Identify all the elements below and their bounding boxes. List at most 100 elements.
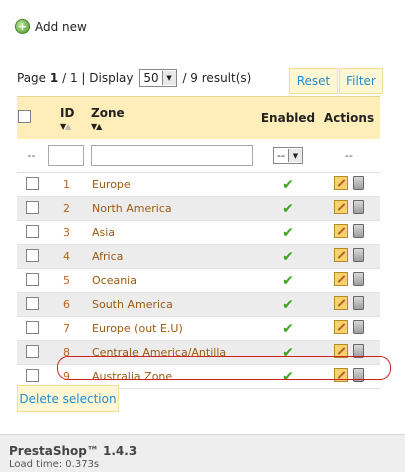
table-row[interactable]: 5 Oceania ✔ (17, 268, 380, 293)
edit-icon[interactable] (334, 224, 348, 238)
row-checkbox[interactable] (25, 272, 39, 286)
row-actions (318, 196, 380, 221)
check-icon[interactable]: ✔ (282, 297, 294, 313)
enabled-header: Enabled (258, 96, 318, 139)
result-count: / 9 result(s) (182, 71, 252, 85)
row-actions (318, 268, 380, 293)
row-id: 7 (46, 316, 91, 341)
row-actions (318, 316, 380, 341)
enabled-filter-select[interactable]: -- ▼ (273, 147, 303, 164)
row-zone: Asia (91, 220, 258, 245)
table-header: ID ▼▲ Zone ▼▲ Enabled Actions (17, 96, 380, 139)
table-row[interactable]: 4 Africa ✔ (17, 244, 380, 269)
zone-filter-input[interactable] (91, 145, 253, 166)
id-filter-input[interactable] (48, 145, 84, 166)
table-row[interactable]: 1 Europe ✔ (17, 172, 380, 197)
edit-icon[interactable] (334, 248, 348, 262)
select-all-checkbox[interactable] (18, 110, 31, 123)
row-enabled[interactable]: ✔ (258, 244, 318, 269)
edit-icon[interactable] (334, 272, 348, 286)
row-actions (318, 220, 380, 245)
filter-dash: -- (318, 139, 380, 173)
check-icon[interactable]: ✔ (282, 225, 294, 241)
add-new-label: Add new (35, 19, 87, 34)
check-icon[interactable]: ✔ (282, 249, 294, 265)
zones-table: ID ▼▲ Zone ▼▲ Enabled Actions -- -- ▼ --… (17, 96, 380, 389)
row-checkbox-cell (17, 172, 46, 197)
row-enabled[interactable]: ✔ (258, 196, 318, 221)
trash-icon[interactable] (353, 248, 364, 262)
id-header-label: ID (60, 105, 75, 120)
zone-header-label: Zone (91, 105, 125, 120)
row-actions (318, 292, 380, 317)
table-row[interactable]: 7 Europe (out E.U) ✔ (17, 316, 380, 341)
row-checkbox-cell (17, 316, 46, 341)
row-zone: Oceania (91, 268, 258, 293)
load-time: Load time: 0.373s (9, 459, 100, 470)
row-checkbox[interactable] (25, 368, 39, 382)
row-id: 1 (46, 172, 91, 197)
footer: PrestaShop™ 1.4.3 Load time: 0.373s (0, 434, 405, 472)
chevron-down-icon: ▼ (161, 71, 176, 85)
row-enabled[interactable]: ✔ (258, 316, 318, 341)
add-new-button[interactable]: + Add new (15, 19, 87, 34)
row-checkbox[interactable] (25, 248, 39, 262)
trash-icon[interactable] (353, 296, 364, 310)
chevron-down-icon: ▼ (287, 149, 302, 162)
trash-icon[interactable] (353, 272, 364, 286)
zone-sort-icon[interactable]: ▼▲ (91, 122, 258, 131)
row-enabled[interactable]: ✔ (258, 292, 318, 317)
pagination: Page 1 / 1 | Display 50 ▼ / 9 result(s) (17, 69, 251, 87)
row-checkbox-cell (17, 268, 46, 293)
row-checkbox-cell (17, 196, 46, 221)
display-label: | Display (81, 71, 134, 85)
row-checkbox[interactable] (25, 344, 39, 358)
filter-row: -- -- ▼ -- (17, 139, 380, 173)
row-enabled[interactable]: ✔ (258, 172, 318, 197)
row-enabled[interactable]: ✔ (258, 268, 318, 293)
row-checkbox[interactable] (25, 224, 39, 238)
enabled-filter-value: -- (277, 149, 285, 162)
reset-button[interactable]: Reset (289, 68, 338, 94)
row-checkbox[interactable] (25, 320, 39, 334)
zone-header: Zone ▼▲ (91, 96, 258, 139)
edit-icon[interactable] (334, 320, 348, 334)
row-zone: North America (91, 196, 258, 221)
row-zone: Europe (out E.U) (91, 316, 258, 341)
page-label: Page (17, 71, 47, 85)
trash-icon[interactable] (353, 224, 364, 238)
plus-icon: + (15, 19, 30, 34)
table-row[interactable]: 6 South America ✔ (17, 292, 380, 317)
row-checkbox[interactable] (25, 176, 39, 190)
row-id: 2 (46, 196, 91, 221)
filter-button[interactable]: Filter (339, 68, 383, 94)
per-page-select[interactable]: 50 ▼ (139, 69, 177, 87)
trash-icon[interactable] (353, 176, 364, 190)
trash-icon[interactable] (353, 200, 364, 214)
row-checkbox[interactable] (25, 296, 39, 310)
row-checkbox-cell (17, 292, 46, 317)
row-checkbox-cell (17, 340, 46, 365)
check-icon[interactable]: ✔ (282, 177, 294, 193)
row-checkbox[interactable] (25, 200, 39, 214)
delete-selection-button[interactable]: Delete selection (17, 385, 119, 412)
check-icon[interactable]: ✔ (282, 273, 294, 289)
edit-icon[interactable] (334, 176, 348, 190)
edit-icon[interactable] (334, 200, 348, 214)
page-separator: / (62, 71, 67, 85)
check-icon[interactable]: ✔ (282, 201, 294, 217)
edit-icon[interactable] (334, 296, 348, 310)
id-header: ID ▼▲ (46, 96, 91, 139)
table-row[interactable]: 2 North America ✔ (17, 196, 380, 221)
footer-brand: PrestaShop™ 1.4.3 (9, 444, 138, 458)
row-id: 6 (46, 292, 91, 317)
row-actions (318, 244, 380, 269)
check-icon[interactable]: ✔ (282, 321, 294, 337)
row-actions (318, 172, 380, 197)
actions-header: Actions (318, 96, 380, 139)
table-row[interactable]: 3 Asia ✔ (17, 220, 380, 245)
row-enabled[interactable]: ✔ (258, 220, 318, 245)
id-sort-icon[interactable]: ▼▲ (46, 122, 91, 131)
trash-icon[interactable] (353, 320, 364, 334)
row-checkbox-cell (17, 244, 46, 269)
